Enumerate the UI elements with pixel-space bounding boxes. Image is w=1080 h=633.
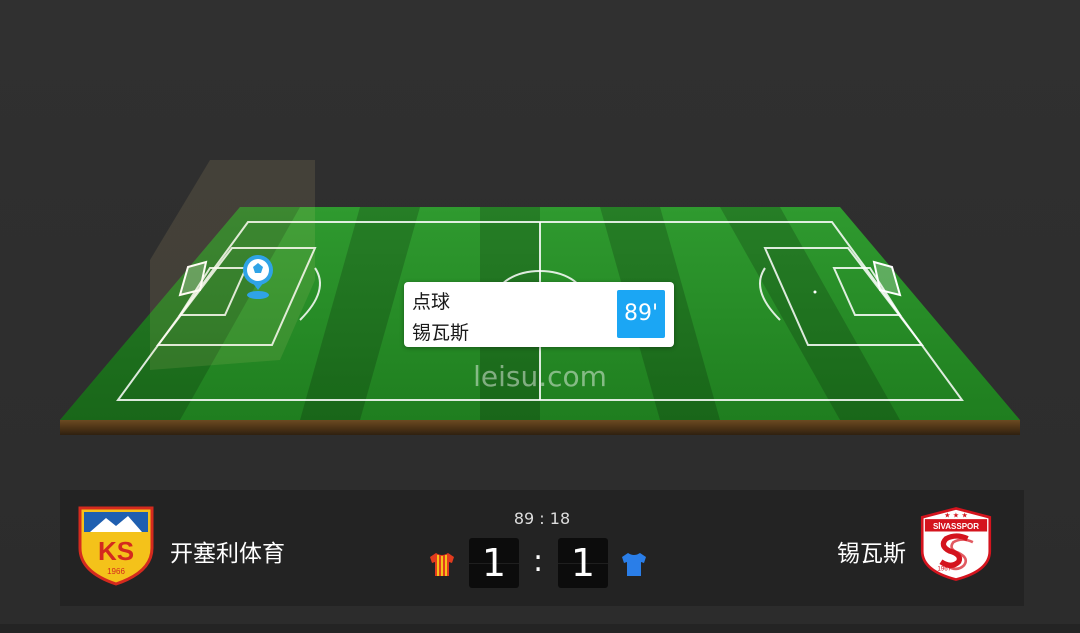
event-card: 点球 锡瓦斯 89' bbox=[404, 282, 674, 347]
home-crest-year: 1966 bbox=[107, 567, 125, 576]
bottom-divider bbox=[0, 624, 1080, 633]
home-team-crest[interactable]: KS 1966 bbox=[76, 502, 156, 586]
event-minute-badge: 89' bbox=[617, 290, 665, 338]
scoreboard: KS 1966 开塞利体育 89 : 18 1 : 1 锡瓦斯 SİVASSPO… bbox=[60, 490, 1024, 606]
home-team-name[interactable]: 开塞利体育 bbox=[170, 534, 285, 568]
score-separator: : bbox=[532, 544, 544, 579]
away-team-name[interactable]: 锡瓦斯 bbox=[837, 534, 906, 568]
home-score: 1 bbox=[469, 538, 519, 588]
match-live-view: 点球 锡瓦斯 89' leisu.com KS 1966 开塞利体育 89 : … bbox=[0, 0, 1080, 633]
svg-text:★ ★ ★: ★ ★ ★ bbox=[944, 510, 968, 519]
away-crest-text: SİVASSPOR bbox=[933, 522, 979, 531]
event-team-label: 锡瓦斯 bbox=[412, 322, 470, 344]
home-jersey-icon bbox=[430, 553, 454, 576]
match-clock: 89 : 18 bbox=[513, 509, 571, 528]
away-crest-year: 1967 bbox=[937, 566, 951, 573]
away-team-crest[interactable]: SİVASSPOR ★ ★ ★ 1967 bbox=[916, 502, 996, 586]
event-type-label: 点球 bbox=[412, 291, 451, 313]
attack-zone-highlight bbox=[150, 160, 315, 370]
home-crest-letters: KS bbox=[98, 536, 134, 566]
ball-location-icon bbox=[243, 255, 273, 299]
pitch-area: 点球 锡瓦斯 89' leisu.com bbox=[0, 150, 1080, 450]
watermark: leisu.com bbox=[473, 360, 607, 393]
away-jersey-icon bbox=[622, 553, 646, 576]
away-score: 1 bbox=[558, 538, 608, 588]
